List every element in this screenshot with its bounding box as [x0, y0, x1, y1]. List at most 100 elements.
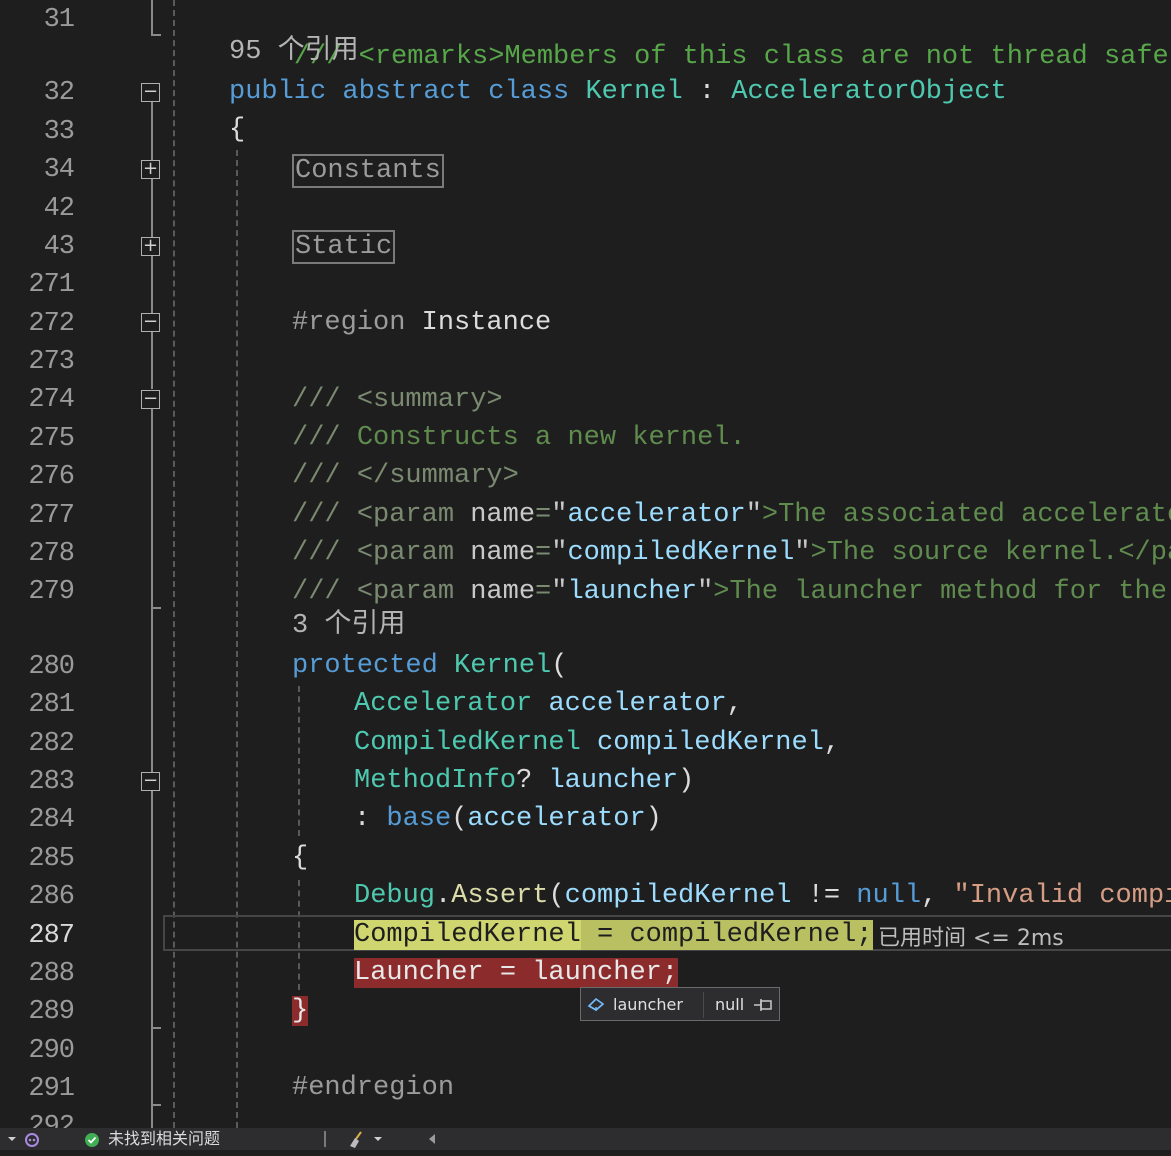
- copilot-icon[interactable]: [22, 1128, 44, 1150]
- line-number: 273: [0, 343, 74, 381]
- code-editor[interactable]: 31 32 33 34 42 43 271 272 273 274 275 27…: [0, 0, 1171, 1128]
- issues-status-text[interactable]: 未找到相关问题: [108, 1128, 220, 1150]
- nullable-mark: ?: [516, 766, 532, 796]
- comma: ,: [824, 728, 840, 758]
- parameter: launcher: [548, 766, 678, 796]
- collapse-toggle-icon[interactable]: −: [141, 772, 160, 791]
- code-line-277: /// <param name="accelerator">The associ…: [292, 496, 1171, 534]
- status-divider: [324, 1131, 326, 1147]
- doc-quote: ": [746, 500, 762, 530]
- collapsed-region-static[interactable]: Static: [292, 230, 395, 264]
- code-line-32: public abstract class Kernel : Accelerat…: [229, 73, 1007, 111]
- doc-attr: name: [470, 500, 535, 530]
- line-number: 274: [0, 381, 74, 419]
- outline-line: [151, 178, 153, 238]
- operator: !=: [791, 881, 856, 911]
- doc-tag: <param: [357, 500, 470, 530]
- line-number: 275: [0, 420, 74, 458]
- type-name: Accelerator: [354, 689, 532, 719]
- doc-eq: =: [535, 500, 551, 530]
- line-number: 271: [0, 266, 74, 304]
- indent-guide: [173, 0, 175, 1128]
- collapsed-region-constants[interactable]: Constants: [292, 154, 444, 188]
- collapse-toggle-icon[interactable]: −: [141, 313, 160, 332]
- field-icon: [587, 996, 605, 1012]
- code-line-34: Constants: [292, 152, 444, 190]
- line-number: 42: [0, 190, 74, 228]
- line-number-current: 287: [0, 917, 74, 955]
- doc-attr: name: [470, 538, 535, 568]
- paren: (: [548, 881, 564, 911]
- line-number: 291: [0, 1070, 74, 1108]
- code-line-281: Accelerator accelerator,: [354, 685, 743, 723]
- check-circle-icon: [84, 1128, 102, 1150]
- code-line-291: #endregion: [292, 1069, 454, 1107]
- argument: accelerator: [467, 804, 645, 834]
- chevron-down-icon[interactable]: [372, 1128, 384, 1150]
- chevron-down-icon[interactable]: [6, 1128, 20, 1150]
- scroll-left-icon[interactable]: [426, 1128, 438, 1150]
- doc-quote: ": [794, 538, 810, 568]
- line-number: 31: [0, 1, 74, 39]
- pin-icon[interactable]: [753, 997, 775, 1013]
- doc-text: >The launcher method for the gi: [713, 577, 1171, 607]
- code-cleanup-broom-icon[interactable]: [346, 1128, 368, 1150]
- paren: ): [646, 804, 662, 834]
- codelens-references[interactable]: 95 个引用: [229, 33, 359, 71]
- code-line-286: Debug.Assert(compiledKernel != null, "In…: [354, 877, 1171, 915]
- code-line-276: /// </summary>: [292, 457, 519, 495]
- keyword: class: [488, 77, 569, 107]
- code-line-272: #region Instance: [292, 304, 551, 342]
- line-number: 283: [0, 763, 74, 801]
- preprocessor-directive: #endregion: [292, 1073, 454, 1103]
- code-line-279: /// <param name="launcher">The launcher …: [292, 573, 1171, 611]
- collapse-toggle-icon[interactable]: −: [141, 83, 160, 102]
- line-number: 278: [0, 535, 74, 573]
- region-name: Instance: [422, 308, 552, 338]
- outline-line: [151, 331, 153, 389]
- debug-datatip[interactable]: launcher null: [580, 987, 780, 1021]
- doc-slashes: ///: [292, 423, 357, 453]
- keyword: base: [386, 804, 451, 834]
- line-number: 276: [0, 458, 74, 496]
- doc-text: Constructs a new kernel.: [357, 423, 746, 453]
- code-line-43: Static: [292, 228, 395, 266]
- line-number: 32: [0, 74, 74, 112]
- doc-attr: name: [470, 577, 535, 607]
- code-line-33: {: [229, 111, 245, 149]
- outline-end-tick: [151, 1104, 161, 1106]
- doc-quote: ": [551, 577, 567, 607]
- argument: compiledKernel: [565, 881, 792, 911]
- line-number: 282: [0, 725, 74, 763]
- expand-toggle-icon[interactable]: +: [141, 160, 160, 179]
- doc-eq: =: [535, 538, 551, 568]
- code-line-287: CompiledKernel = compiledKernel;: [354, 916, 873, 954]
- dot: .: [435, 881, 451, 911]
- datatip-separator: [703, 992, 704, 1018]
- current-statement-property: CompiledKernel: [354, 920, 581, 950]
- indent-guide: [236, 150, 238, 1128]
- outline-end-tick: [151, 607, 161, 609]
- doc-slashes: ///: [292, 538, 357, 568]
- doc-slashes: ///: [292, 385, 357, 415]
- collapse-toggle-icon[interactable]: −: [141, 390, 160, 409]
- line-number: 288: [0, 955, 74, 993]
- datatip-value[interactable]: null: [715, 995, 744, 1014]
- datatip-variable-name: launcher: [613, 995, 683, 1014]
- line-number: 43: [0, 228, 74, 266]
- line-number: 292: [0, 1108, 74, 1128]
- code-line-280: protected Kernel(: [292, 647, 567, 685]
- doc-quote: ": [551, 500, 567, 530]
- keyword: protected: [292, 651, 438, 681]
- brace-breakpoint: }: [292, 996, 308, 1026]
- outline-line: [151, 101, 153, 161]
- line-number: 277: [0, 497, 74, 535]
- xml-doc-comment: /// <remarks>Members of this class are n…: [294, 42, 1171, 72]
- constructor-name: Kernel: [454, 651, 551, 681]
- line-number: 34: [0, 151, 74, 189]
- outline-line: [151, 790, 153, 1128]
- expand-toggle-icon[interactable]: +: [141, 237, 160, 256]
- codelens-references[interactable]: 3 个引用: [292, 607, 405, 645]
- line-number: 279: [0, 573, 74, 611]
- outline-end-tick: [151, 34, 161, 36]
